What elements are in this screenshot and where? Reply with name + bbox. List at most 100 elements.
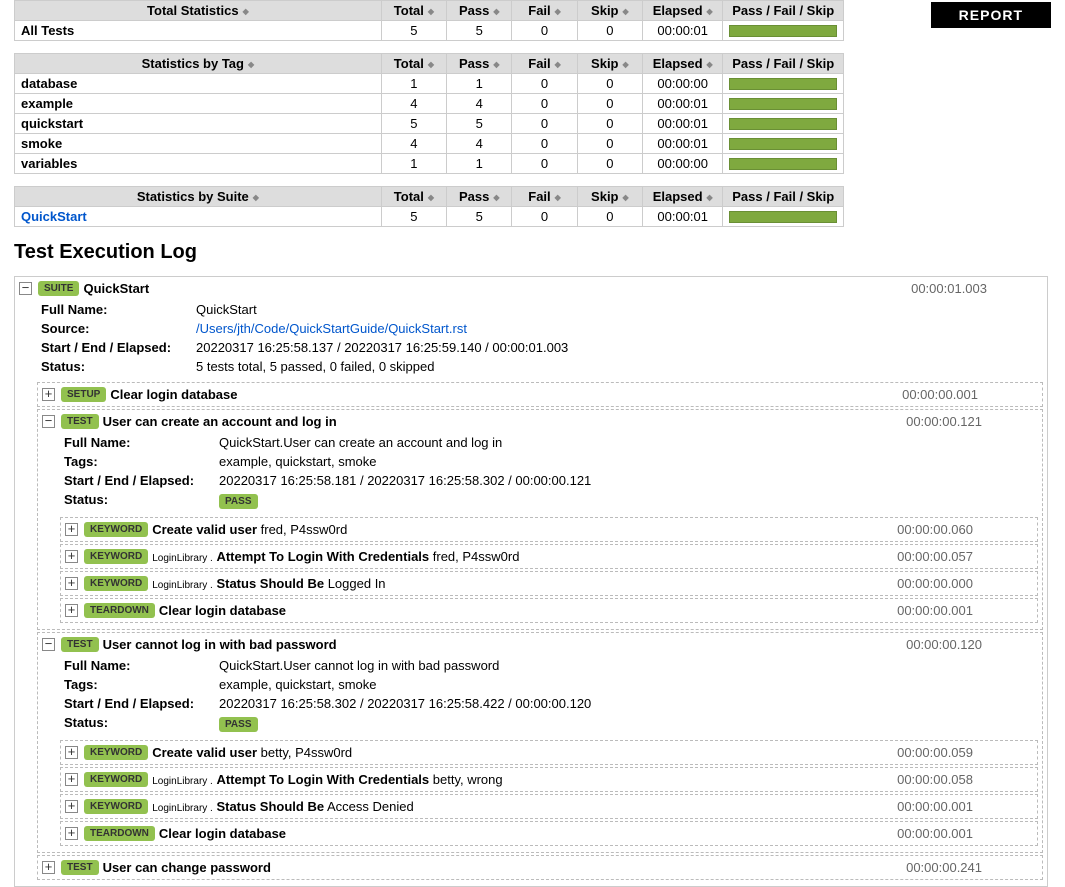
- stat-total: 1: [381, 154, 446, 174]
- col-pass[interactable]: Pass◆: [447, 187, 512, 207]
- col-fail[interactable]: Fail◆: [512, 1, 577, 21]
- label-see: Start / End / Elapsed:: [41, 340, 196, 355]
- stat-fail: 0: [512, 154, 577, 174]
- col-total[interactable]: Total◆: [381, 187, 446, 207]
- keyword-row: + KEYWORD LoginLibrary . Attempt To Logi…: [61, 768, 1037, 791]
- keyword-row: + KEYWORD LoginLibrary . Status Should B…: [61, 572, 1037, 595]
- label-fullname: Full Name:: [41, 302, 196, 317]
- toggle-keyword[interactable]: +: [65, 773, 78, 786]
- stat-total: 5: [381, 114, 446, 134]
- col-pass[interactable]: Pass◆: [447, 1, 512, 21]
- keyword-args: betty, P4ssw0rd: [261, 745, 353, 760]
- stat-name: example: [15, 94, 382, 114]
- stats-row: smoke 4 4 0 0 00:00:01: [15, 134, 844, 154]
- toggle-suite[interactable]: −: [19, 282, 32, 295]
- col-skip[interactable]: Skip◆: [577, 187, 642, 207]
- toggle-teardown[interactable]: +: [65, 604, 78, 617]
- suite-source-link[interactable]: /Users/jth/Code/QuickStartGuide/QuickSta…: [196, 321, 467, 336]
- toggle-keyword[interactable]: +: [65, 746, 78, 759]
- teardown-row: + TEARDOWN Clear login database 00:00:00…: [61, 599, 1037, 622]
- col-title[interactable]: Statistics by Suite◆: [15, 187, 382, 207]
- toggle-test[interactable]: −: [42, 415, 55, 428]
- stat-fail: 0: [512, 94, 577, 114]
- keyword-args: betty, wrong: [433, 772, 503, 787]
- keyword-name: Status Should Be: [216, 576, 324, 591]
- col-fail[interactable]: Fail◆: [512, 187, 577, 207]
- col-total[interactable]: Total◆: [381, 1, 446, 21]
- test-fullname: QuickStart.User can create an account an…: [219, 435, 502, 450]
- log-container: − SUITE QuickStart 00:00:01.003 Full Nam…: [14, 276, 1048, 887]
- stat-graph: [723, 21, 844, 41]
- toggle-keyword[interactable]: +: [65, 577, 78, 590]
- stat-skip: 0: [577, 114, 642, 134]
- toggle-test[interactable]: +: [42, 861, 55, 874]
- test-name: User cannot log in with bad password: [103, 637, 337, 652]
- col-total[interactable]: Total◆: [381, 54, 446, 74]
- stat-elapsed: 00:00:01: [643, 114, 723, 134]
- stat-name: variables: [15, 154, 382, 174]
- stat-total: 5: [381, 207, 446, 227]
- log-title: Test Execution Log: [14, 241, 1051, 264]
- stat-elapsed: 00:00:01: [643, 94, 723, 114]
- stat-elapsed: 00:00:00: [643, 74, 723, 94]
- stat-graph: [723, 94, 844, 114]
- keyword-row: + KEYWORD LoginLibrary . Attempt To Logi…: [61, 545, 1037, 568]
- col-skip[interactable]: Skip◆: [577, 54, 642, 74]
- stat-elapsed: 00:00:01: [643, 21, 723, 41]
- keyword-elapsed: 00:00:00.057: [897, 549, 973, 564]
- keyword-name: Attempt To Login With Credentials: [216, 772, 429, 787]
- test-tags: example, quickstart, smoke: [219, 454, 377, 469]
- stat-name: quickstart: [15, 114, 382, 134]
- col-pass[interactable]: Pass◆: [447, 54, 512, 74]
- stat-fail: 0: [512, 134, 577, 154]
- badge-keyword: KEYWORD: [84, 549, 148, 564]
- toggle-keyword[interactable]: +: [65, 550, 78, 563]
- keyword-lib: LoginLibrary .: [152, 776, 213, 787]
- report-button[interactable]: REPORT: [931, 2, 1051, 28]
- stat-pass: 4: [447, 94, 512, 114]
- test-see: 20220317 16:25:58.302 / 20220317 16:25:5…: [219, 696, 591, 711]
- keyword-name: Create valid user: [152, 522, 257, 537]
- suite-status: 5 tests total, 5 passed, 0 failed, 0 ski…: [196, 359, 434, 374]
- toggle-keyword[interactable]: +: [65, 800, 78, 813]
- col-elapsed[interactable]: Elapsed◆: [643, 54, 723, 74]
- test-tags: example, quickstart, smoke: [219, 677, 377, 692]
- toggle-keyword[interactable]: +: [65, 523, 78, 536]
- keyword-elapsed: 00:00:00.000: [897, 576, 973, 591]
- keyword-args: fred, P4ssw0rd: [433, 549, 520, 564]
- col-skip[interactable]: Skip◆: [577, 1, 642, 21]
- stats-row: database 1 1 0 0 00:00:00: [15, 74, 844, 94]
- stat-skip: 0: [577, 154, 642, 174]
- toggle-test[interactable]: −: [42, 638, 55, 651]
- keyword-row: + KEYWORD Create valid user betty, P4ssw…: [61, 741, 1037, 764]
- test-name: User can create an account and log in: [103, 414, 337, 429]
- badge-pass: PASS: [219, 494, 258, 509]
- col-fail[interactable]: Fail◆: [512, 54, 577, 74]
- label-source: Source:: [41, 321, 196, 336]
- col-title[interactable]: Total Statistics◆: [15, 1, 382, 21]
- col-elapsed[interactable]: Elapsed◆: [643, 187, 723, 207]
- stat-graph: [723, 134, 844, 154]
- col-elapsed[interactable]: Elapsed◆: [643, 1, 723, 21]
- keyword-elapsed: 00:00:00.060: [897, 522, 973, 537]
- teardown-title: Clear login database: [159, 603, 286, 618]
- keyword-lib: LoginLibrary .: [152, 553, 213, 564]
- badge-suite: SUITE: [38, 281, 79, 296]
- toggle-teardown[interactable]: +: [65, 827, 78, 840]
- stat-name[interactable]: QuickStart: [15, 207, 382, 227]
- toggle-setup[interactable]: +: [42, 388, 55, 401]
- suite-fullname: QuickStart: [196, 302, 257, 317]
- stat-pass: 1: [447, 74, 512, 94]
- stats-table: Statistics by Suite◆ Total◆ Pass◆ Fail◆ …: [14, 186, 844, 227]
- col-graph: Pass / Fail / Skip: [723, 1, 844, 21]
- stats-row: variables 1 1 0 0 00:00:00: [15, 154, 844, 174]
- keyword-name: Status Should Be: [216, 799, 324, 814]
- stats-row: All Tests 5 5 0 0 00:00:01: [15, 21, 844, 41]
- stat-graph: [723, 74, 844, 94]
- stat-graph: [723, 154, 844, 174]
- col-title[interactable]: Statistics by Tag◆: [15, 54, 382, 74]
- label-status: Status:: [41, 359, 196, 374]
- suite-stat-link[interactable]: QuickStart: [21, 209, 87, 224]
- suite-elapsed: 00:00:01.003: [911, 281, 987, 296]
- test-fullname: QuickStart.User cannot log in with bad p…: [219, 658, 499, 673]
